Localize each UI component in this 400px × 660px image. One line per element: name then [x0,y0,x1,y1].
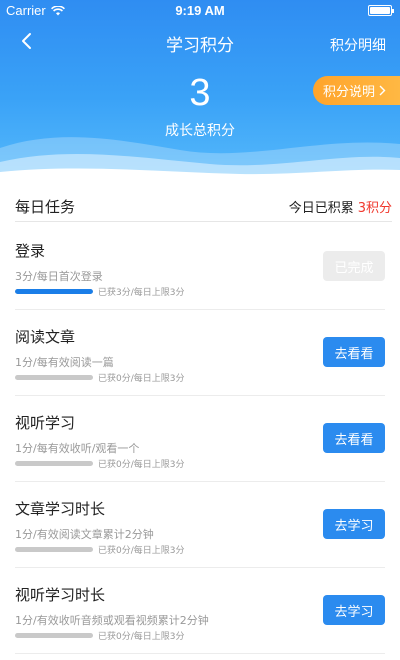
daily-tasks-title: 每日任务 [15,198,76,216]
task-progress-text: 已获0分/每日上限3分 [98,374,185,384]
points-rule-button[interactable]: 积分说明 [313,76,400,105]
task-media-duration: 视听学习时长 1分/有效收听音频或观看视频累计2分钟 已获0分/每日上限3分 去… [0,568,400,654]
status-bar: Carrier 9:19 AM [0,0,400,22]
task-article-duration: 文章学习时长 1分/有效阅读文章累计2分钟 已获0分/每日上限3分 去学习 [0,482,400,568]
task-name: 登录 [15,242,46,260]
task-desc: 3分/每日首次登录 [15,270,103,283]
go-study-button[interactable]: 去学习 [323,509,385,539]
task-progress-fill [15,289,93,294]
task-progress-text: 已获3分/每日上限3分 [98,288,185,298]
task-desc: 1分/每有效收听/观看一个 [15,442,140,455]
task-name: 视听学习时长 [15,586,106,604]
task-name: 视听学习 [15,414,76,432]
section-divider [15,221,392,222]
row-divider [15,653,385,654]
daily-tasks-header: 每日任务 今日已积累 3积分 [0,190,400,222]
task-progress-text: 已获0分/每日上限3分 [98,632,185,642]
today-points-label: 今日已积累 [288,201,354,216]
task-login: 登录 3分/每日首次登录 已获3分/每日上限3分 已完成 [0,224,400,310]
task-completed-button: 已完成 [323,251,385,281]
task-progress-text: 已获0分/每日上限3分 [98,546,185,556]
total-score-label: 成长总积分 [165,123,235,139]
task-progress-bar [15,461,93,466]
task-audio-video: 视听学习 1分/每有效收听/观看一个 已获0分/每日上限3分 去看看 [0,396,400,482]
task-desc: 1分/有效阅读文章累计2分钟 [15,528,154,541]
today-points-value: 3积分 [357,201,392,216]
task-name: 阅读文章 [15,328,76,346]
task-desc: 1分/有效收听音频或观看视频累计2分钟 [15,614,209,627]
task-progress-bar [15,633,93,638]
status-time: 9:19 AM [175,3,225,18]
task-progress-bar [15,289,93,294]
go-study-button[interactable]: 去学习 [323,595,385,625]
today-points-summary: 今日已积累 3积分 [289,197,392,216]
task-progress-bar [15,547,93,552]
battery-icon [368,5,394,16]
task-desc: 1分/每有效阅读一篇 [15,356,114,369]
task-progress-bar [15,375,93,380]
task-progress-text: 已获0分/每日上限3分 [98,460,185,470]
points-rule-label: 积分说明 [323,85,376,100]
task-read-article: 阅读文章 1分/每有效阅读一篇 已获0分/每日上限3分 去看看 [0,310,400,396]
chevron-right-icon [379,85,386,96]
task-name: 文章学习时长 [15,500,106,518]
go-view-button[interactable]: 去看看 [323,423,385,453]
points-detail-link[interactable]: 积分明细 [330,35,386,55]
go-view-button[interactable]: 去看看 [323,337,385,367]
